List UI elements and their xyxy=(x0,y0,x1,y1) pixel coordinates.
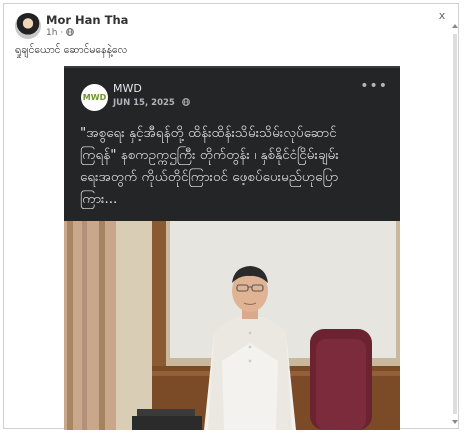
author-name[interactable]: Mor Han Tha xyxy=(46,13,128,27)
mwd-logo[interactable]: MWD xyxy=(81,84,108,111)
post-time[interactable]: 1h xyxy=(46,28,57,38)
scrollbar[interactable] xyxy=(450,24,460,424)
shared-post[interactable]: MWD MWD JUN 15, 2025 ••• "အစွရေး နှင့်အီ… xyxy=(64,66,400,430)
shared-page-name[interactable]: MWD xyxy=(113,82,142,95)
globe-icon xyxy=(66,28,74,36)
divider xyxy=(64,66,400,68)
shared-post-date: JUN 15, 2025 xyxy=(113,98,190,108)
text-line[interactable]: ကြား... xyxy=(80,188,396,210)
more-options-button[interactable]: ••• xyxy=(360,78,388,94)
avatar[interactable] xyxy=(15,13,41,39)
post-meta: 1h · xyxy=(46,28,74,38)
text-line: ရေးအတွက် ကိုယ်တိုင်ကြားဝင် ဖေ့စပ်ပေးမည်ဟ… xyxy=(80,169,339,185)
shared-date-text[interactable]: JUN 15, 2025 xyxy=(113,98,175,108)
shared-post-text: "အစွရေး နှင့်အီရန်တို့ ထိန်းထိန်းသိမ်းသိ… xyxy=(80,122,396,210)
text-line: ကြရန်" နစကဥက္ကဌကြီး တိုက်တွန်း ၊ နှစ်နို… xyxy=(80,147,339,163)
globe-icon xyxy=(181,98,190,106)
text-line: "အစွရေး နှင့်အီရန်တို့ ထိန်းထိန်းသိမ်းသိ… xyxy=(80,125,337,141)
post-caption: ရှုချင်ယောင် ဆောင်မနေနဲ့လေ xyxy=(15,44,128,56)
close-button[interactable]: x xyxy=(434,8,450,24)
post-photo[interactable] xyxy=(64,221,400,430)
